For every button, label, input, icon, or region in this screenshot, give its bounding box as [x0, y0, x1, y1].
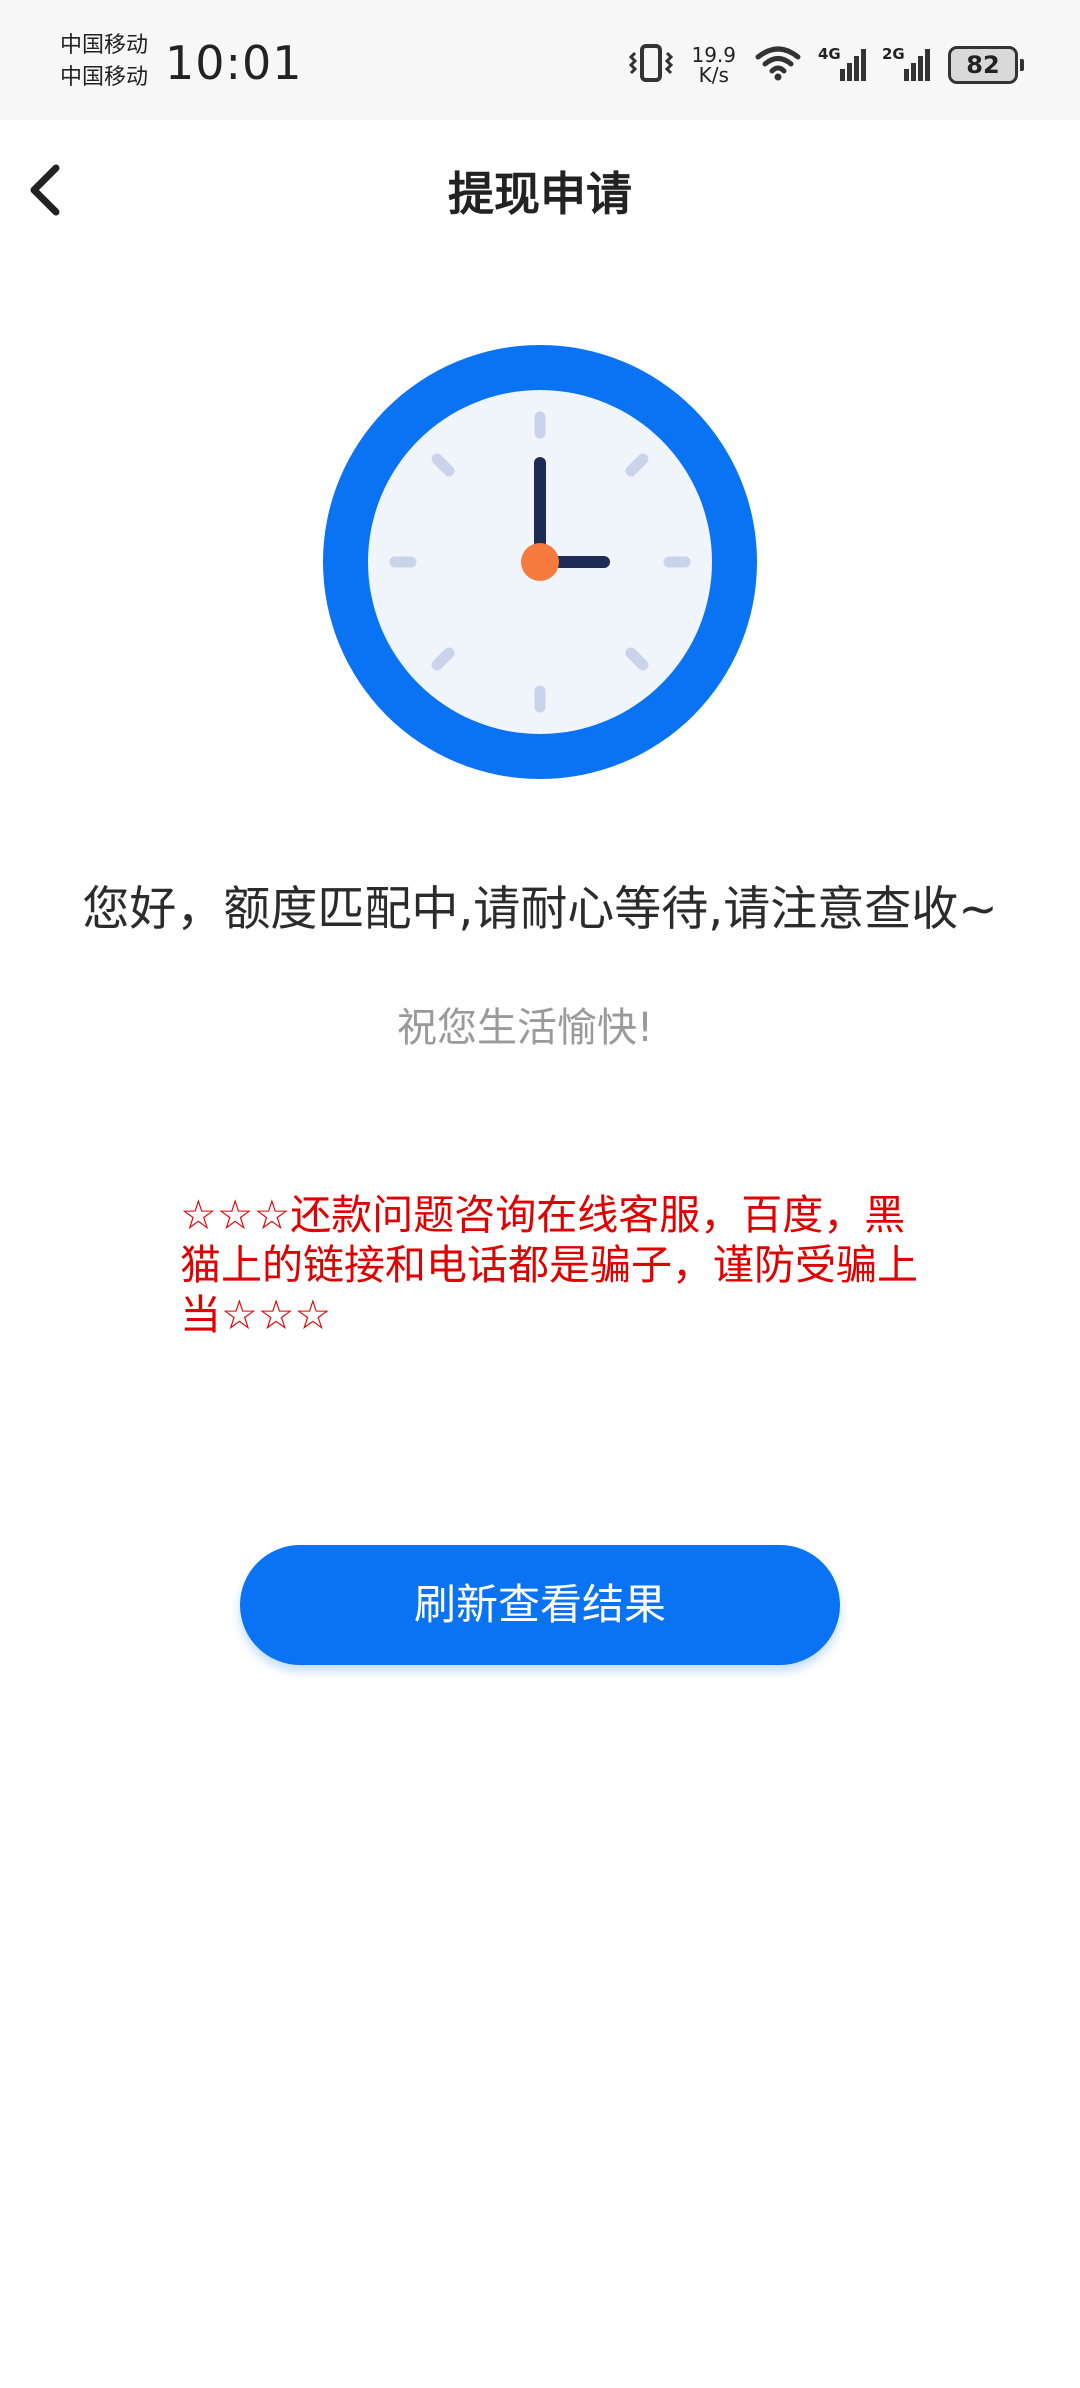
carrier-info: 中国移动 中国移动	[60, 30, 148, 94]
page-title: 提现申请	[448, 167, 632, 221]
navigation-bar: 提现申请	[0, 120, 1080, 260]
status-bar: 中国移动 中国移动 10:01 19.9 K/s 4G 2G 82	[0, 0, 1080, 120]
signal-2g-icon: 2G	[882, 45, 930, 81]
vibrate-icon	[629, 43, 674, 87]
signal-4g-icon: 4G	[818, 45, 866, 81]
refresh-result-button[interactable]: 刷新查看结果	[240, 1545, 840, 1665]
network-speed-value: 19.9	[691, 43, 736, 67]
network-speed: 19.9 K/s	[691, 45, 736, 85]
battery-level: 82	[948, 46, 1018, 84]
wish-text: 祝您生活愉快!	[396, 1005, 654, 1051]
wifi-icon	[754, 45, 802, 85]
signal-2g-tag: 2G	[882, 45, 905, 63]
carrier-label-2: 中国移动	[60, 65, 149, 90]
fraud-warning-text: ☆☆☆还款问题咨询在线客服，百度，黑猫上的链接和电话都是骗子，谨防受骗上当☆☆☆	[180, 1191, 918, 1339]
clock-icon	[323, 345, 757, 779]
status-time: 10:01	[165, 36, 303, 90]
carrier-label-1: 中国移动	[60, 33, 149, 58]
network-speed-unit: K/s	[698, 63, 729, 87]
signal-4g-tag: 4G	[818, 45, 841, 63]
battery-icon: 82	[948, 46, 1024, 84]
status-icons: 19.9 K/s 4G 2G 82	[629, 40, 1024, 90]
matching-status-message: 您好，额度匹配中,请耐心等待,请注意查收~	[82, 882, 998, 937]
